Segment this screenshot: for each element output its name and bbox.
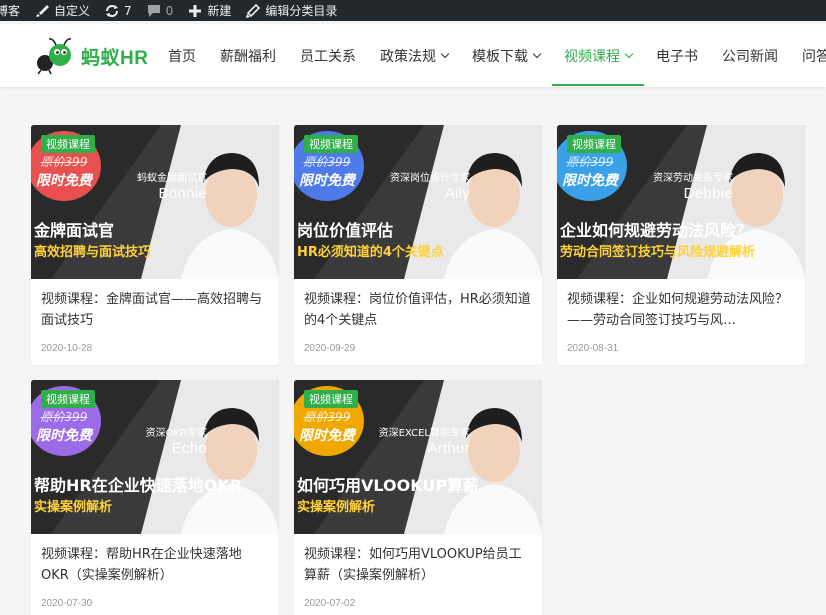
adminbar-site-link[interactable]: 博客 xyxy=(0,0,28,21)
course-card[interactable]: 视频课程 原价399 限时免费 资深OKR专家 Echo 帮助HR在企业快速落地… xyxy=(31,380,279,615)
nav-item-label: 视频课程 xyxy=(564,48,620,65)
course-card[interactable]: 视频课程 原价399 限时免费 蚂蚁金牌面试官 Bonnie 金牌面试官 高效招… xyxy=(31,125,279,365)
adminbar-new-link[interactable]: 新建 xyxy=(181,0,239,21)
adminbar-new-label: 新建 xyxy=(207,4,232,18)
course-subline: 实操案例解析 xyxy=(34,500,113,515)
promo-free-label: 限时免费 xyxy=(36,172,92,189)
promo-original-price: 原价399 xyxy=(566,154,614,169)
nav-item-label: 政策法规 xyxy=(380,48,436,65)
course-title-link[interactable]: 视频课程：帮助HR在企业快速落地OKR（实操案例解析） xyxy=(41,544,269,586)
nav-item-6[interactable]: 电子书 xyxy=(644,24,710,87)
ant-logo-icon xyxy=(37,38,72,75)
speaker-role: 资深劳动关系专家 xyxy=(653,173,733,184)
promo-free-label: 限时免费 xyxy=(562,172,618,189)
course-headline: 帮助HR在企业快速落地OKR xyxy=(34,476,243,495)
course-subline: HR必须知道的4个关键点 xyxy=(297,245,444,260)
course-date: 2020-07-02 xyxy=(304,598,356,609)
promo-free-label: 限时免费 xyxy=(36,427,92,444)
course-headline: 企业如何规避劳动法风险？ xyxy=(560,221,753,240)
nav-item-8[interactable]: 问答 xyxy=(790,24,826,87)
adminbar-site-label: 博客 xyxy=(0,4,21,18)
course-thumbnail[interactable]: 视频课程 原价399 限时免费 蚂蚁金牌面试官 Bonnie 金牌面试官 高效招… xyxy=(31,125,279,279)
nav-item-7[interactable]: 公司新闻 xyxy=(710,24,790,87)
adminbar-customize-label: 自定义 xyxy=(54,4,91,18)
course-card[interactable]: 视频课程 原价399 限时免费 资深EXCEL算薪专家 Arthur 如何巧用V… xyxy=(294,380,542,615)
nav-item-1[interactable]: 薪酬福利 xyxy=(208,24,288,87)
nav-item-5[interactable]: 视频课程 xyxy=(552,24,644,87)
course-date: 2020-09-29 xyxy=(304,343,356,354)
site-header: 蚂蚁HR 首页 薪酬福利 员工关系 政策法规 模板下载 视频课程 电子书 公司新闻 问答 xyxy=(0,24,826,87)
speaker-role: 资深OKR专家 xyxy=(145,428,207,439)
adminbar-edit-category-label: 编辑分类目录 xyxy=(265,4,338,18)
chevron-down-icon xyxy=(624,49,634,58)
course-thumbnail[interactable]: 视频课程 原价399 限时免费 资深劳动关系专家 Debbie 企业如何规避劳动… xyxy=(557,125,805,279)
promo-free-label: 限时免费 xyxy=(299,172,355,189)
site-logo[interactable]: 蚂蚁HR xyxy=(35,37,148,75)
nav-item-label: 电子书 xyxy=(656,48,698,65)
category-tag: 视频课程 xyxy=(304,390,358,408)
chevron-down-icon xyxy=(532,49,542,58)
refresh-icon xyxy=(104,4,120,18)
course-subline: 实操案例解析 xyxy=(297,500,376,515)
nav-item-3[interactable]: 政策法规 xyxy=(368,24,460,87)
course-headline: 金牌面试官 xyxy=(34,221,115,240)
course-date: 2020-08-31 xyxy=(567,343,619,354)
course-title-link[interactable]: 视频课程：岗位价值评估，HR必须知道的4个关键点 xyxy=(304,289,532,331)
speaker-name: Aily xyxy=(444,185,470,202)
course-thumbnail[interactable]: 视频课程 原价399 限时免费 资深岗位设计专家 Aily 岗位价值评估 HR必… xyxy=(294,125,542,279)
nav-item-label: 薪酬福利 xyxy=(220,48,276,65)
course-thumbnail[interactable]: 视频课程 原价399 限时免费 资深EXCEL算薪专家 Arthur 如何巧用V… xyxy=(294,380,542,534)
nav-item-label: 公司新闻 xyxy=(722,48,778,65)
adminbar-customize-link[interactable]: 自定义 xyxy=(28,0,98,21)
admin-bar: 博客 自定义 7 0 新建 编辑分类目录 xyxy=(0,0,826,21)
category-tag: 视频课程 xyxy=(41,135,95,153)
course-title-link[interactable]: 视频课程：企业如何规避劳动法风险？——劳动合同签订技巧与风… xyxy=(567,289,795,331)
speaker-name: Echo xyxy=(171,440,207,457)
course-title-link[interactable]: 视频课程：金牌面试官——高效招聘与面试技巧 xyxy=(41,289,269,331)
nav-item-4[interactable]: 模板下载 xyxy=(460,24,552,87)
nav-item-label: 首页 xyxy=(168,48,196,65)
logo-text: 蚂蚁HR xyxy=(81,47,149,69)
speaker-role: 蚂蚁金牌面试官 xyxy=(137,173,207,184)
category-tag: 视频课程 xyxy=(304,135,358,153)
course-thumbnail[interactable]: 视频课程 原价399 限时免费 资深OKR专家 Echo 帮助HR在企业快速落地… xyxy=(31,380,279,534)
nav-item-label: 模板下载 xyxy=(472,48,528,65)
adminbar-updates-link[interactable]: 7 xyxy=(98,0,140,21)
speaker-name: Debbie xyxy=(683,185,733,202)
promo-original-price: 原价399 xyxy=(303,409,351,424)
course-card[interactable]: 视频课程 原价399 限时免费 资深岗位设计专家 Aily 岗位价值评估 HR必… xyxy=(294,125,542,365)
speaker-role: 资深岗位设计专家 xyxy=(390,173,470,184)
category-tag: 视频课程 xyxy=(567,135,621,153)
pencil-icon xyxy=(245,3,261,18)
nav-item-2[interactable]: 员工关系 xyxy=(288,24,368,87)
speaker-role: 资深EXCEL算薪专家 xyxy=(378,428,470,439)
adminbar-edit-category-link[interactable]: 编辑分类目录 xyxy=(239,0,345,21)
course-subline: 劳动合同签订技巧与风险规避解析 xyxy=(560,245,756,260)
adminbar-comments-count: 0 xyxy=(165,3,174,18)
course-subline: 高效招聘与面试技巧 xyxy=(34,245,152,260)
adminbar-comments-link[interactable]: 0 xyxy=(140,0,182,21)
course-card[interactable]: 视频课程 原价399 限时免费 资深劳动关系专家 Debbie 企业如何规避劳动… xyxy=(557,125,805,365)
course-date: 2020-07-30 xyxy=(41,598,93,609)
speaker-name: Bonnie xyxy=(158,185,207,202)
promo-original-price: 原价399 xyxy=(303,154,351,169)
brush-icon xyxy=(34,4,50,18)
course-headline: 如何巧用VLOOKUP算薪 xyxy=(297,476,480,495)
speaker-name: Arthur xyxy=(427,440,470,457)
nav-item-0[interactable]: 首页 xyxy=(156,24,208,87)
promo-original-price: 原价399 xyxy=(40,409,88,424)
promo-free-label: 限时免费 xyxy=(299,427,355,444)
nav-item-label: 员工关系 xyxy=(300,48,356,65)
promo-original-price: 原价399 xyxy=(40,154,88,169)
comment-icon xyxy=(146,4,162,18)
course-headline: 岗位价值评估 xyxy=(297,221,394,240)
course-title-link[interactable]: 视频课程：如何巧用VLOOKUP给员工算薪（实操案例解析） xyxy=(304,544,532,586)
category-tag: 视频课程 xyxy=(41,390,95,408)
adminbar-updates-count: 7 xyxy=(124,3,132,18)
plus-icon xyxy=(187,4,203,18)
course-date: 2020-10-28 xyxy=(41,343,93,354)
main-nav: 首页 薪酬福利 员工关系 政策法规 模板下载 视频课程 电子书 公司新闻 问答 xyxy=(156,24,826,87)
chevron-down-icon xyxy=(440,49,450,58)
nav-item-label: 问答 xyxy=(802,48,826,65)
